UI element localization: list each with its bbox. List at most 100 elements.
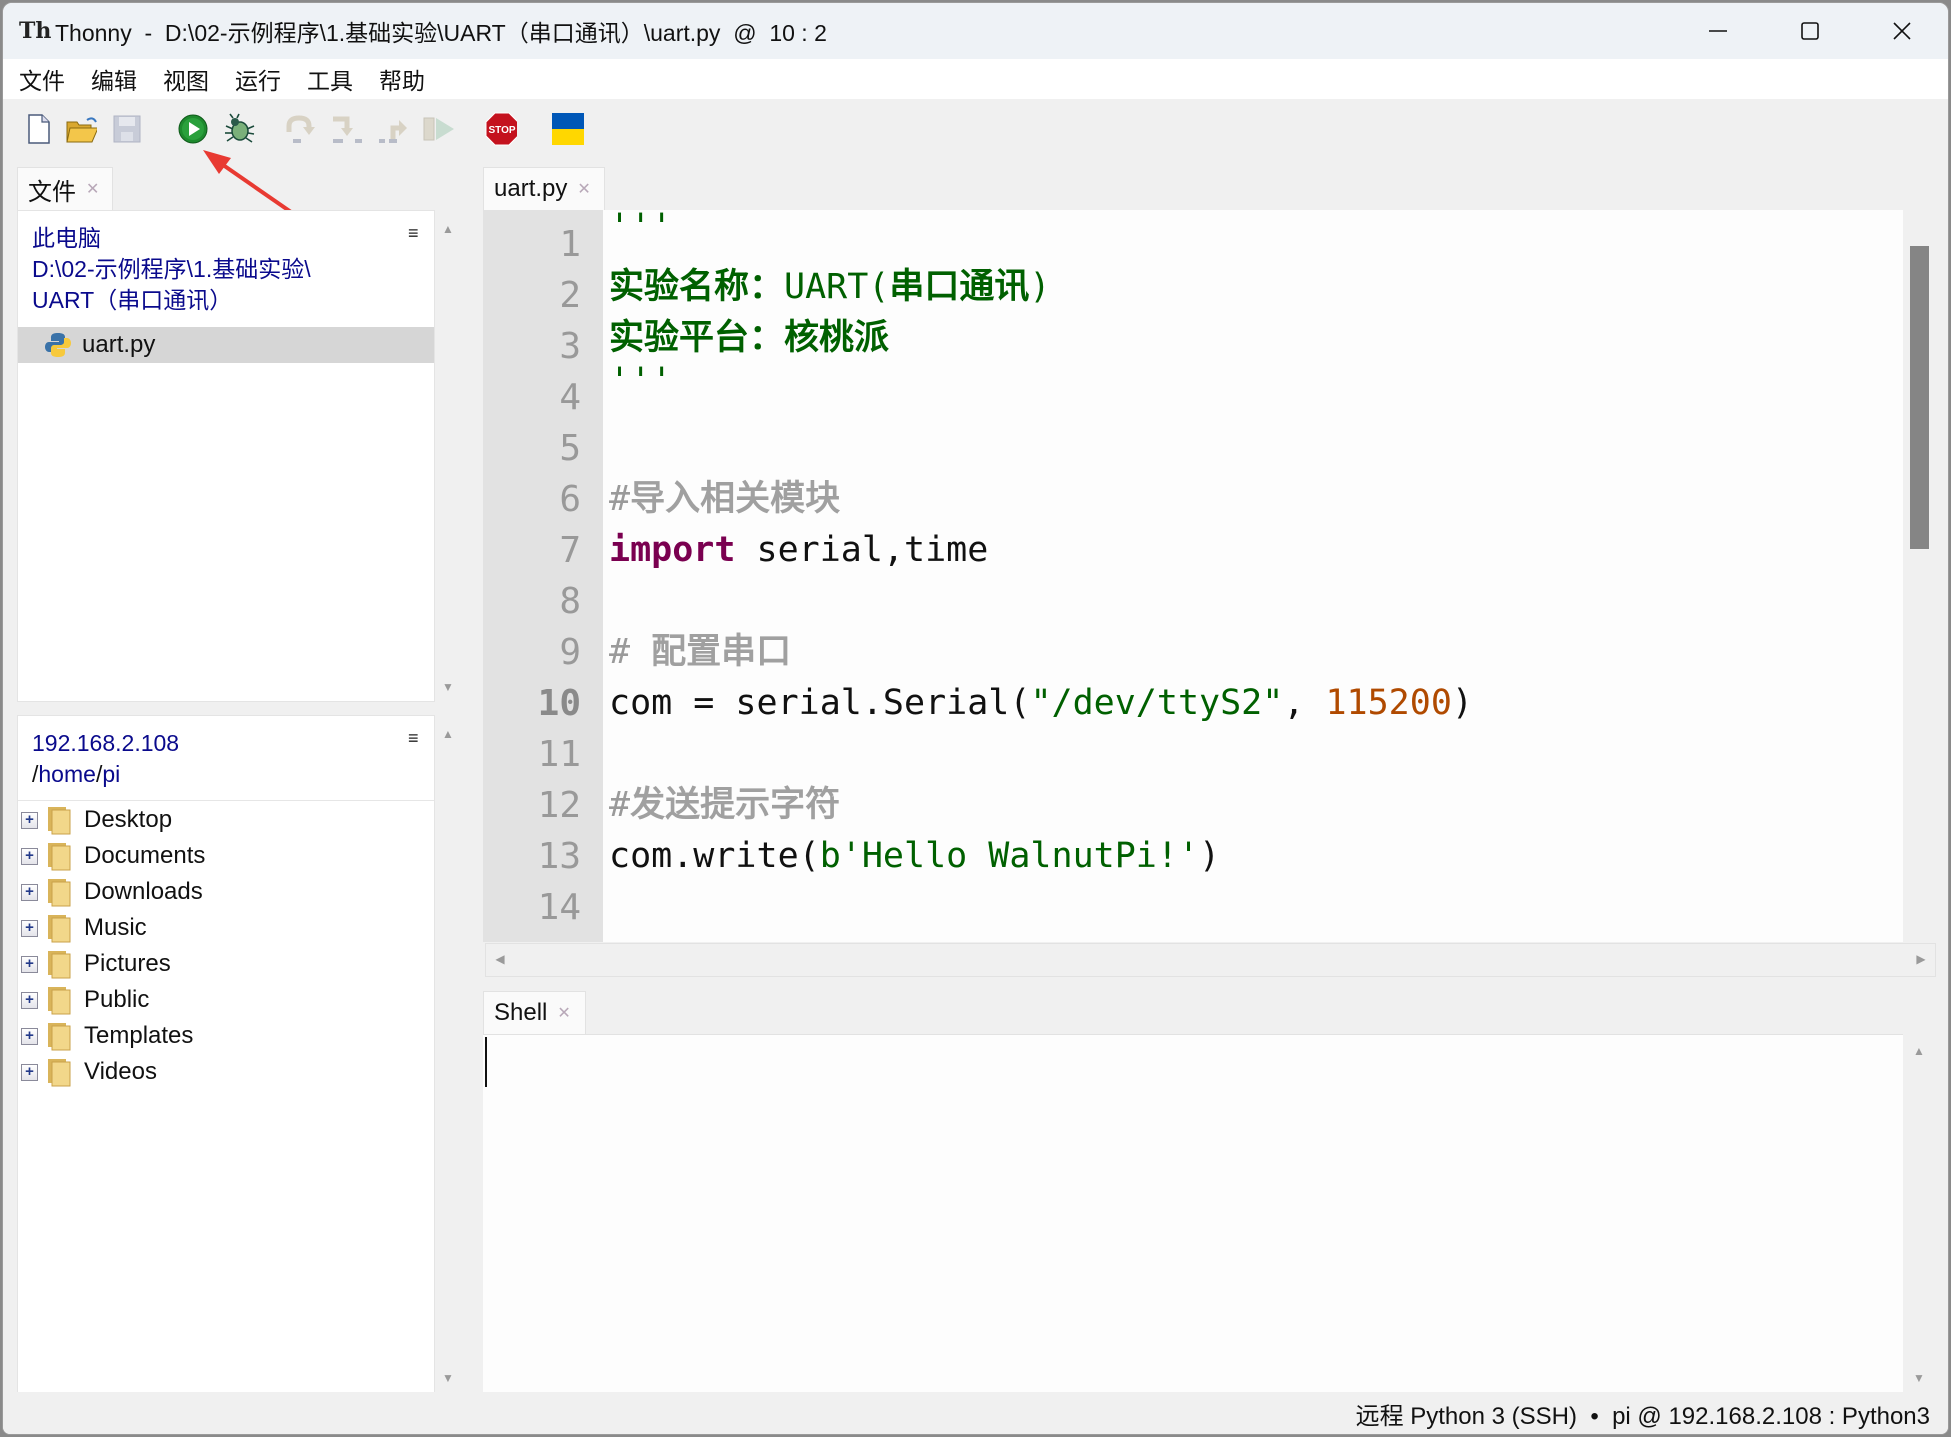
local-path-subfolder[interactable]: UART（串口通讯）: [32, 285, 311, 316]
breadcrumb-home[interactable]: home: [38, 761, 96, 787]
toolbar: STOP: [3, 99, 1948, 161]
folder-item[interactable]: + Music: [18, 910, 434, 946]
folder-item[interactable]: + Videos: [18, 1054, 434, 1090]
maximize-icon: [1801, 22, 1819, 40]
keyword-token: import: [609, 530, 736, 570]
file-item-uart-py[interactable]: uart.py: [18, 327, 434, 363]
menu-run[interactable]: 运行: [235, 62, 281, 96]
code-line-7: import serial,time: [609, 525, 988, 576]
expand-icon[interactable]: +: [21, 847, 38, 865]
local-path-folder[interactable]: D:\02-示例程序\1.基础实验\: [32, 254, 311, 285]
number-token: 115200: [1325, 683, 1452, 723]
scroll-up-icon[interactable]: ▲: [1909, 1044, 1929, 1058]
folder-icon: [48, 843, 71, 871]
docstring-token: ''': [609, 207, 673, 247]
breadcrumb-pi[interactable]: pi: [102, 761, 120, 787]
menu-view[interactable]: 视图: [163, 62, 209, 96]
open-file-button[interactable]: [65, 113, 97, 145]
remote-host[interactable]: 192.168.2.108: [32, 728, 179, 759]
docstring-token: UART(: [784, 267, 890, 307]
expand-icon[interactable]: +: [21, 919, 38, 937]
scroll-up-icon[interactable]: ▲: [438, 727, 458, 741]
ukraine-flag-icon: [552, 113, 584, 145]
folder-icon: [48, 807, 71, 835]
folder-item[interactable]: + Templates: [18, 1018, 434, 1054]
expand-icon[interactable]: +: [21, 1027, 38, 1045]
close-button[interactable]: [1856, 3, 1948, 59]
step-out-icon: [379, 120, 407, 143]
shell-console[interactable]: [483, 1034, 1903, 1393]
maximize-button[interactable]: [1764, 3, 1856, 59]
expand-icon[interactable]: +: [21, 991, 38, 1009]
save-button[interactable]: [111, 113, 143, 145]
expand-icon[interactable]: +: [21, 955, 38, 973]
shell-scrollbar[interactable]: ▲ ▼: [1903, 1034, 1936, 1393]
scroll-down-icon[interactable]: ▼: [1909, 1371, 1929, 1385]
menu-help[interactable]: 帮助: [379, 62, 425, 96]
code-line-13: com.write(b'Hello WalnutPi!'): [609, 831, 1220, 882]
expand-icon[interactable]: +: [21, 1063, 38, 1081]
folder-item[interactable]: + Documents: [18, 838, 434, 874]
remote-path: 192.168.2.108 /home/pi: [32, 728, 179, 790]
folder-name: Pictures: [84, 950, 171, 977]
folder-name: Music: [84, 914, 147, 941]
folder-name: Desktop: [84, 806, 173, 833]
thonny-logo-icon: Th: [19, 18, 52, 44]
scroll-right-icon[interactable]: ▶: [1911, 952, 1931, 966]
menu-file[interactable]: 文件: [19, 62, 65, 96]
local-menu-icon[interactable]: ≡: [408, 223, 419, 244]
editor-vertical-scrollbar[interactable]: [1903, 210, 1936, 942]
tab-editor-uart-py[interactable]: uart.py ✕: [483, 167, 605, 210]
title-bar: Th Thonny - D:\02-示例程序\1.基础实验\UART（串口通讯）…: [3, 3, 1948, 59]
local-files-scrollbar[interactable]: ▲ ▼: [435, 210, 461, 702]
step-over-button[interactable]: [285, 113, 317, 145]
step-out-button[interactable]: [377, 113, 409, 145]
local-path-computer[interactable]: 此电脑: [32, 223, 311, 254]
folder-item[interactable]: + Pictures: [18, 946, 434, 982]
run-button[interactable]: [177, 113, 209, 145]
docstring-token: 实验名称：: [609, 267, 785, 307]
editor-horizontal-scrollbar[interactable]: ◀ ▶: [485, 943, 1936, 977]
code-line-1: ''': [609, 202, 672, 253]
remote-menu-icon[interactable]: ≡: [408, 728, 419, 749]
menu-edit[interactable]: 编辑: [91, 62, 137, 96]
folder-item[interactable]: + Public: [18, 982, 434, 1018]
remote-files-scrollbar[interactable]: ▲ ▼: [435, 715, 461, 1393]
folder-item[interactable]: + Desktop: [18, 802, 434, 838]
scroll-left-icon[interactable]: ◀: [490, 952, 510, 966]
line-number: 6: [559, 479, 581, 520]
folder-icon: [48, 951, 71, 979]
folder-item[interactable]: + Downloads: [18, 874, 434, 910]
tab-files-close-icon[interactable]: ✕: [86, 179, 99, 199]
code-line-12: #发送提示字符: [609, 780, 840, 831]
scroll-down-icon[interactable]: ▼: [438, 680, 458, 694]
line-number: 2: [559, 275, 581, 316]
tab-shell-close-icon[interactable]: ✕: [557, 1003, 570, 1023]
step-into-button[interactable]: [331, 113, 363, 145]
stop-icon: STOP: [485, 112, 517, 146]
scrollbar-thumb[interactable]: [1910, 246, 1929, 549]
folder-name: Downloads: [84, 878, 203, 905]
debug-button[interactable]: [223, 113, 255, 145]
docstring-token: 串口通讯: [889, 267, 1030, 307]
tab-shell[interactable]: Shell ✕: [483, 991, 586, 1034]
minimize-button[interactable]: [1672, 3, 1764, 59]
code-editor[interactable]: ''' 实验名称：UART(串口通讯) 实验平台：核桃派 ''' #导入相关模块…: [603, 207, 1903, 942]
resume-icon: [423, 117, 454, 141]
scroll-up-icon[interactable]: ▲: [438, 222, 458, 236]
expand-icon[interactable]: +: [21, 811, 38, 829]
tab-files[interactable]: 文件 ✕: [17, 167, 113, 210]
interpreter-status[interactable]: 远程 Python 3 (SSH) • pi @ 192.168.2.108 :…: [1356, 1396, 1930, 1431]
comment-token: #: [609, 632, 652, 672]
support-ukraine-button[interactable]: [551, 113, 585, 145]
menu-tools[interactable]: 工具: [307, 62, 353, 96]
tab-editor-close-icon[interactable]: ✕: [577, 179, 590, 199]
new-file-button[interactable]: [23, 113, 55, 145]
resume-button[interactable]: [423, 113, 455, 145]
expand-icon[interactable]: +: [21, 883, 38, 901]
scroll-down-icon[interactable]: ▼: [438, 1371, 458, 1385]
code-token: com.write(: [609, 836, 820, 876]
comment-token: #: [609, 479, 631, 519]
stop-button[interactable]: STOP: [485, 112, 517, 146]
code-token: ): [1199, 836, 1221, 876]
